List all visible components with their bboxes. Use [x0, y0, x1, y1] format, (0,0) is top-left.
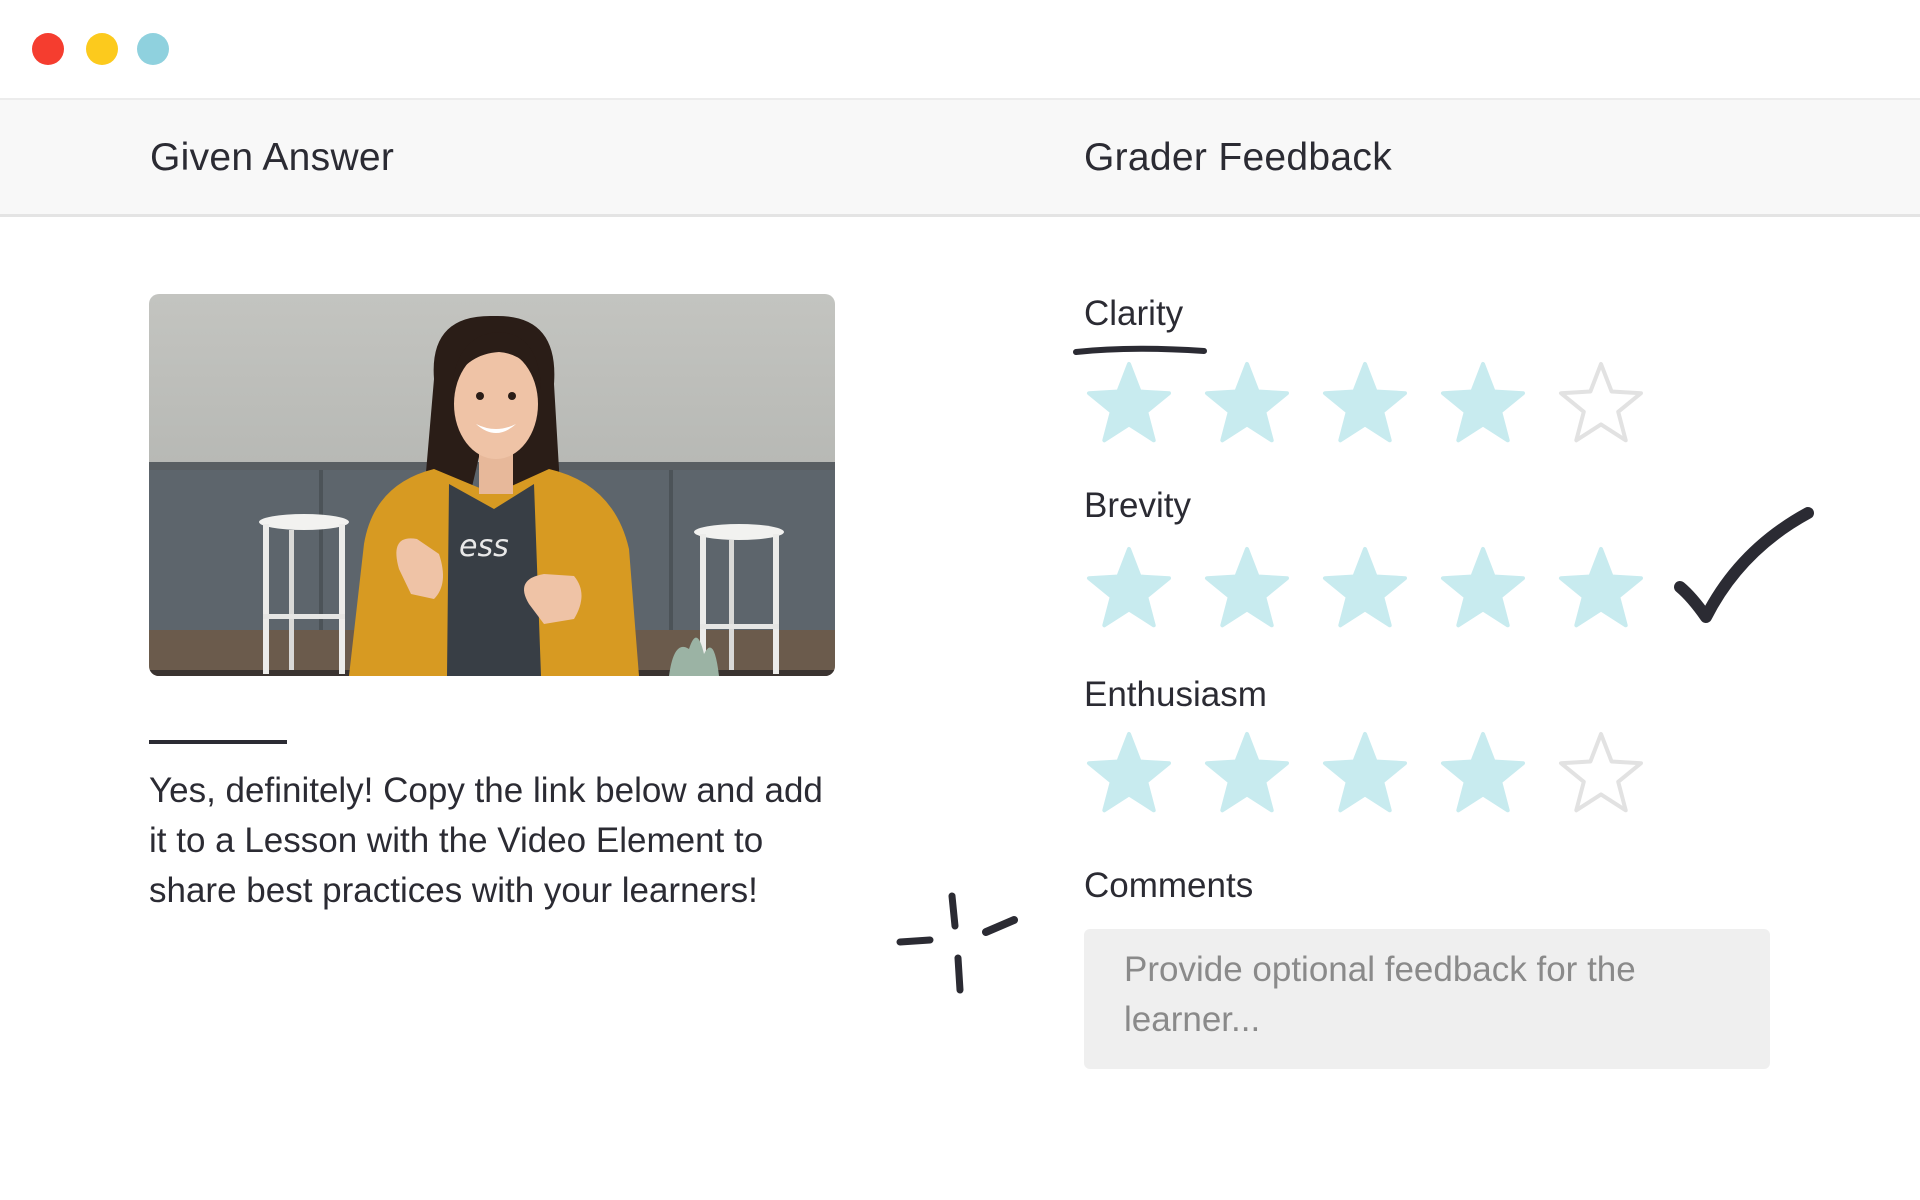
star-filled-icon[interactable] — [1438, 545, 1528, 635]
person-presenting-photo: ess — [149, 294, 835, 676]
star-filled-icon[interactable] — [1438, 360, 1528, 450]
enthusiasm-label: Enthusiasm — [1084, 675, 1267, 714]
maximize-window-button[interactable] — [137, 33, 169, 65]
comments-label: Comments — [1084, 866, 1254, 905]
brevity-label: Brevity — [1084, 486, 1191, 525]
answer-divider — [149, 740, 287, 744]
comments-field[interactable] — [1084, 929, 1770, 1069]
star-filled-icon[interactable] — [1202, 360, 1292, 450]
star-filled-icon[interactable] — [1320, 730, 1410, 820]
given-answer-heading: Given Answer — [150, 136, 395, 179]
clarity-hand-drawn-underline — [1073, 345, 1207, 355]
star-filled-icon[interactable] — [1202, 545, 1292, 635]
answer-video-thumbnail[interactable]: ess — [149, 294, 835, 676]
window-titlebar — [0, 0, 1920, 100]
star-filled-icon[interactable] — [1084, 360, 1174, 450]
star-filled-icon[interactable] — [1084, 545, 1174, 635]
sparkle-doodle-icon — [896, 892, 1018, 994]
star-empty-icon[interactable] — [1556, 360, 1646, 450]
star-filled-icon[interactable] — [1320, 360, 1410, 450]
minimize-window-button[interactable] — [86, 33, 118, 65]
star-empty-icon[interactable] — [1556, 730, 1646, 820]
clarity-label: Clarity — [1084, 294, 1184, 333]
star-filled-icon[interactable] — [1556, 545, 1646, 635]
given-answer-text: Yes, definitely! Copy the link below and… — [149, 771, 823, 910]
section-header: Given Answer Grader Feedback — [0, 100, 1920, 217]
checkmark-icon — [1674, 507, 1814, 623]
star-filled-icon[interactable] — [1202, 730, 1292, 820]
close-window-button[interactable] — [32, 33, 64, 65]
star-filled-icon[interactable] — [1320, 545, 1410, 635]
grader-feedback-heading: Grader Feedback — [1084, 136, 1392, 179]
star-filled-icon[interactable] — [1084, 730, 1174, 820]
svg-text:ess: ess — [459, 529, 509, 564]
star-filled-icon[interactable] — [1438, 730, 1528, 820]
